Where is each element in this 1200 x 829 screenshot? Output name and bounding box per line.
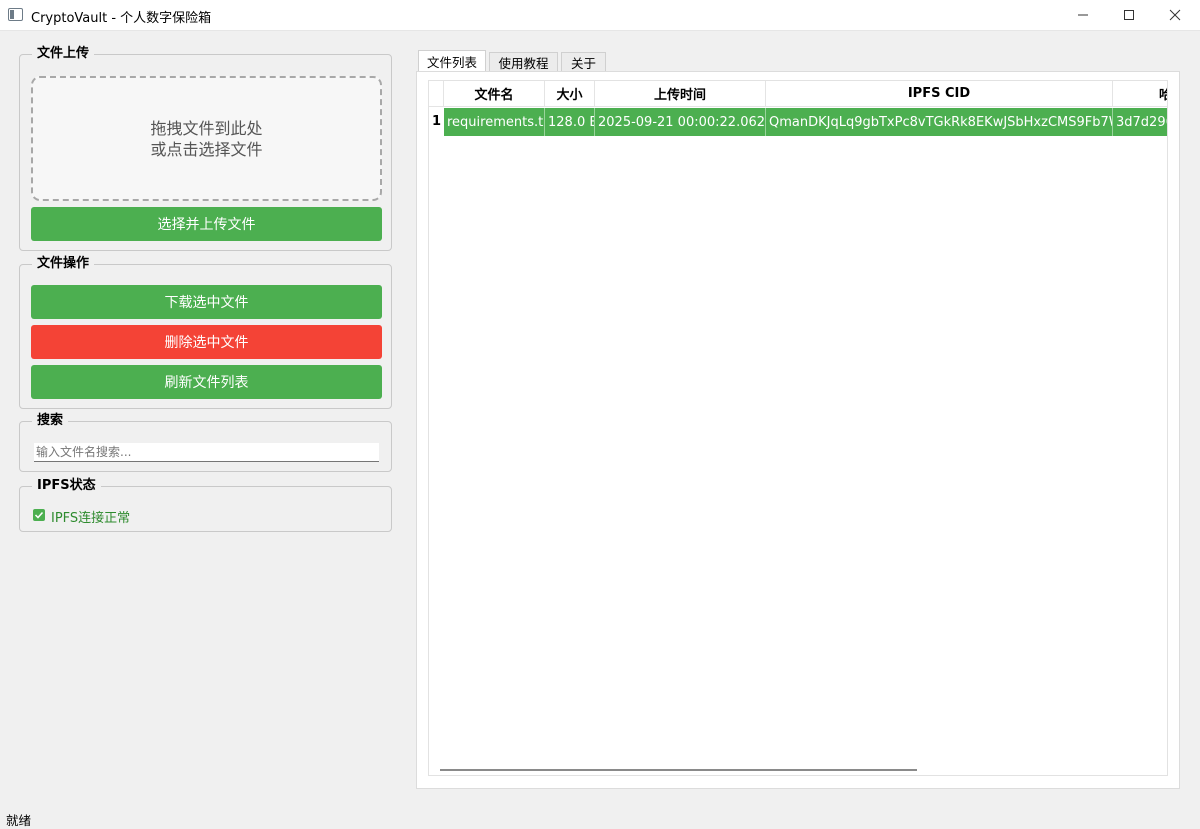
file-dropzone[interactable]: 拖拽文件到此处 或点击选择文件 xyxy=(31,76,382,201)
ipfs-status-group: IPFS状态 IPFS连接正常 xyxy=(19,478,392,532)
cell-size[interactable]: 128.0 B xyxy=(545,108,595,136)
tab-about[interactable]: 关于 xyxy=(561,52,606,71)
upload-group-title: 文件上传 xyxy=(32,46,95,62)
check-icon xyxy=(34,511,44,519)
header-corner xyxy=(429,81,444,107)
row-number: 1 xyxy=(432,114,442,129)
tab-file-list[interactable]: 文件列表 xyxy=(418,50,486,71)
ipfs-group-title: IPFS状态 xyxy=(32,478,101,494)
window-title: CryptoVault - 个人数字保险箱 xyxy=(31,11,212,26)
dropzone-line1: 拖拽文件到此处 xyxy=(150,118,263,138)
close-icon xyxy=(1169,9,1181,21)
ipfs-status-label: IPFS连接正常 xyxy=(51,511,131,526)
minimize-button[interactable] xyxy=(1060,0,1106,31)
download-button[interactable]: 下载选中文件 xyxy=(31,285,382,319)
file-list-panel: 文件名 大小 上传时间 IPFS CID 哈 1 requirements.tx… xyxy=(416,71,1180,789)
search-input[interactable]: 输入文件名搜索... xyxy=(34,443,379,462)
file-table[interactable]: 文件名 大小 上传时间 IPFS CID 哈 1 requirements.tx… xyxy=(428,80,1168,776)
upload-button[interactable]: 选择并上传文件 xyxy=(31,207,382,241)
close-button[interactable] xyxy=(1152,0,1198,31)
header-size[interactable]: 大小 xyxy=(545,81,595,107)
cell-hash[interactable]: 3d7d296 xyxy=(1113,108,1167,136)
search-group-title: 搜索 xyxy=(32,413,69,429)
header-hash[interactable]: 哈 xyxy=(1113,81,1167,107)
header-time[interactable]: 上传时间 xyxy=(595,81,766,107)
maximize-icon xyxy=(1124,10,1134,20)
maximize-button[interactable] xyxy=(1106,0,1152,31)
delete-button[interactable]: 删除选中文件 xyxy=(31,325,382,359)
search-group: 搜索 输入文件名搜索... xyxy=(19,413,392,472)
tab-tutorial[interactable]: 使用教程 xyxy=(489,52,558,71)
upload-group: 文件上传 拖拽文件到此处 或点击选择文件 选择并上传文件 xyxy=(19,46,392,251)
cell-name[interactable]: requirements.txt xyxy=(444,108,545,136)
file-ops-group: 文件操作 下载选中文件 删除选中文件 刷新文件列表 xyxy=(19,256,392,409)
dropzone-line2: 或点击选择文件 xyxy=(150,139,263,159)
table-header: 文件名 大小 上传时间 IPFS CID 哈 xyxy=(429,81,1167,107)
file-ops-group-title: 文件操作 xyxy=(32,256,95,272)
header-name[interactable]: 文件名 xyxy=(444,81,545,107)
app-icon xyxy=(8,8,23,21)
ipfs-status-checkbox[interactable] xyxy=(33,509,45,521)
cell-time[interactable]: 2025-09-21 00:00:22.062706 xyxy=(595,108,766,136)
header-cid[interactable]: IPFS CID xyxy=(766,81,1113,107)
title-bar: CryptoVault - 个人数字保险箱 xyxy=(0,0,1200,31)
cell-cid[interactable]: QmanDKJqLq9gbTxPc8vTGkRk8EKwJSbHxzCMS9Fb… xyxy=(766,108,1113,136)
minimize-icon xyxy=(1078,14,1088,16)
refresh-button[interactable]: 刷新文件列表 xyxy=(31,365,382,399)
status-bar-text: 就绪 xyxy=(6,813,32,828)
horizontal-scrollbar[interactable] xyxy=(440,769,917,771)
